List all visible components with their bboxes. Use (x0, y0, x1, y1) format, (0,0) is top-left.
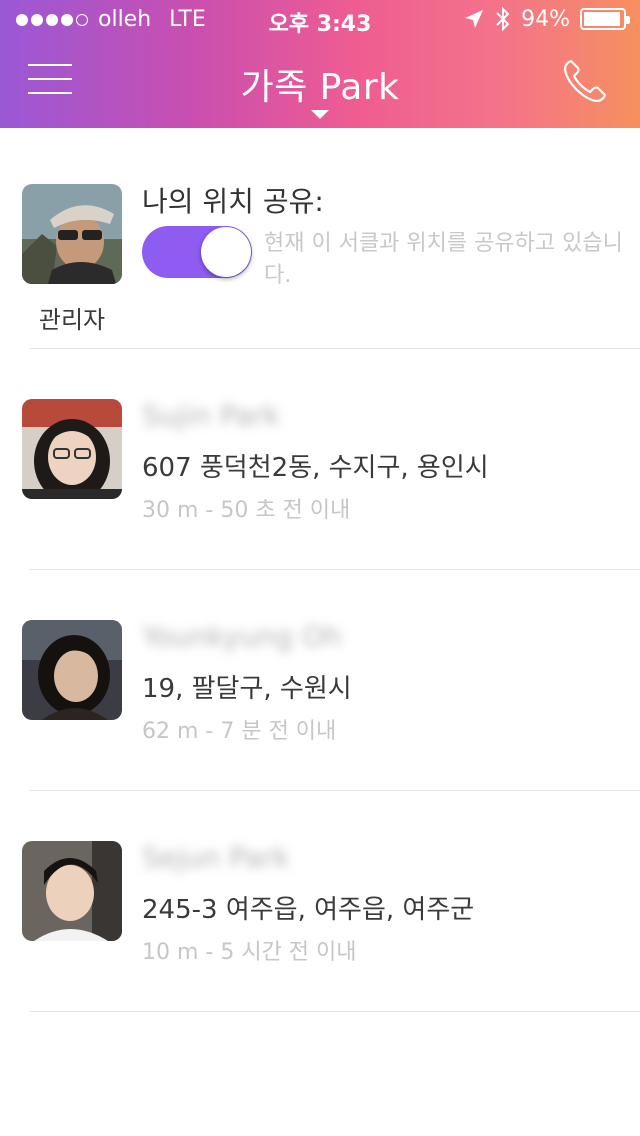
app-header: olleh LTE 오후 3:43 94% 가족 Park (0, 0, 640, 128)
circle-title: 가족 Park (240, 67, 400, 108)
member-last-seen: 10 m - 5 시간 전 이내 (142, 940, 357, 965)
menu-line (28, 64, 72, 66)
circle-selector[interactable]: 가족 Park (120, 58, 520, 119)
avatar[interactable] (22, 841, 122, 941)
avatar[interactable] (22, 620, 122, 720)
member-address: 607 풍덕천2동, 수지구, 용인시 (142, 453, 489, 483)
menu-line (28, 78, 72, 80)
member-list-item[interactable]: Sujin Park 607 풍덕천2동, 수지구, 용인시 30 m - 50… (0, 349, 640, 570)
member-name: Sujin Park (142, 399, 281, 432)
member-list-item[interactable]: Sejun Park 245-3 여주읍, 여주읍, 여주군 10 m - 5 … (0, 791, 640, 1012)
member-name: Sejun Park (142, 841, 290, 874)
member-photo (22, 620, 122, 720)
chevron-down-icon (311, 110, 329, 119)
divider (30, 1011, 640, 1012)
hamburger-menu-icon[interactable] (28, 62, 72, 96)
menu-line (28, 92, 72, 94)
location-share-toggle[interactable] (142, 226, 252, 278)
member-last-seen: 62 m - 7 분 전 이내 (142, 719, 337, 744)
share-location-label: 나의 위치 공유: (142, 185, 324, 218)
my-location-section: 관리자 나의 위치 공유: 현재 이 서클과 위치를 공유하고 있습니다. (0, 128, 640, 348)
battery-percent: 94% (521, 6, 570, 32)
status-bar: olleh LTE 오후 3:43 94% (0, 0, 640, 40)
phone-icon[interactable] (560, 56, 610, 106)
member-photo (22, 841, 122, 941)
share-description: 현재 이 서클과 위치를 공유하고 있습니다. (264, 231, 623, 288)
toggle-knob (201, 227, 251, 277)
battery-cap (626, 16, 630, 24)
nav-bar: 가족 Park (0, 40, 640, 128)
member-name: Younkyung Oh (142, 620, 342, 653)
avatar[interactable] (22, 184, 122, 284)
member-last-seen: 30 m - 50 초 전 이내 (142, 498, 351, 523)
member-list-item[interactable]: Younkyung Oh 19, 팔달구, 수원시 62 m - 7 분 전 이… (0, 570, 640, 791)
status-right: 94% (463, 6, 630, 32)
admin-photo (22, 184, 122, 284)
bluetooth-icon (496, 6, 510, 32)
role-label: 관리자 (38, 306, 106, 334)
avatar[interactable] (22, 399, 122, 499)
battery-level (584, 12, 620, 26)
battery-icon (580, 8, 630, 30)
member-address: 245-3 여주읍, 여주읍, 여주군 (142, 895, 475, 925)
member-photo (22, 399, 122, 499)
member-address: 19, 팔달구, 수원시 (142, 674, 352, 704)
location-arrow-icon (465, 10, 484, 28)
